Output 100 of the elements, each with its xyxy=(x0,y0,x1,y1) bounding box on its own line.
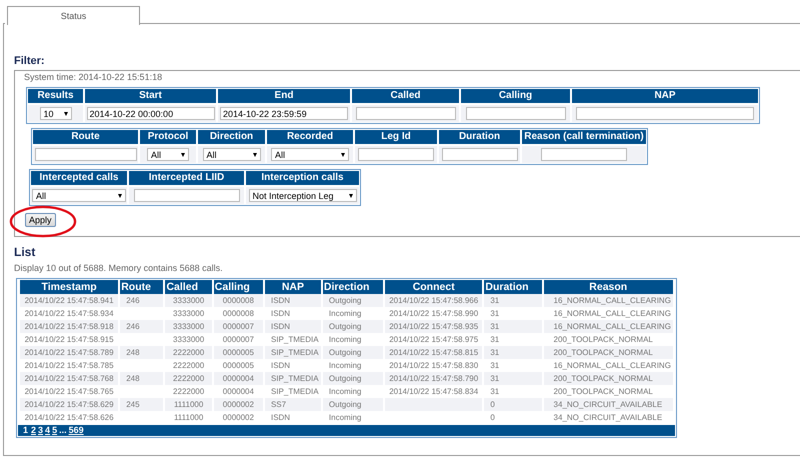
table-cell-text: 2222000 xyxy=(172,360,206,372)
caret-icon xyxy=(64,112,68,116)
caret-icon xyxy=(341,152,345,156)
table-cell: 31 xyxy=(484,294,542,307)
column-header: NAP xyxy=(572,89,758,103)
input-field[interactable] xyxy=(442,148,518,161)
section-title: List xyxy=(14,245,36,259)
table-cell: 34_NO_CIRCUIT_AVAILABLE xyxy=(544,398,673,411)
table-cell-text: 1111000 xyxy=(172,412,204,424)
input-field[interactable] xyxy=(134,189,240,202)
column-header: Recorded xyxy=(267,130,353,144)
table-cell-text: 31 xyxy=(489,386,500,398)
table-cell-text: 3333000 xyxy=(172,308,206,320)
table-cell-text: 2014/10/22 15:47:58.830 xyxy=(388,360,480,372)
dropdown[interactable]: All xyxy=(202,148,260,161)
caret-icon xyxy=(348,194,352,198)
table-cell: 2014/10/22 15:47:58.629 xyxy=(20,398,118,411)
table-cell-text: 2014/10/22 15:47:58.834 xyxy=(388,386,480,398)
input-field[interactable] xyxy=(356,107,456,120)
table-cell: 2014/10/22 15:47:58.935 xyxy=(385,320,482,333)
column-header: Start xyxy=(85,89,216,103)
dropdown[interactable]: All xyxy=(271,148,349,161)
table-cell-text: 2014/10/22 15:47:58.934 xyxy=(24,308,115,320)
table-cell-text: 31 xyxy=(489,360,500,372)
table-cell: 0000005 xyxy=(214,346,263,359)
page-link[interactable]: 3 xyxy=(38,425,44,436)
dropdown[interactable]: Not Interception Leg xyxy=(248,189,356,202)
input-field[interactable] xyxy=(541,148,627,161)
table-cell-text: 0000002 xyxy=(222,412,255,424)
column-header: Called xyxy=(352,89,459,103)
table-cell-text: 0000007 xyxy=(222,334,255,346)
table-cell-text: Incoming xyxy=(328,334,362,346)
table-cell-text: Incoming xyxy=(328,386,362,398)
column-header: Calling xyxy=(461,89,570,103)
input-field[interactable] xyxy=(358,148,434,161)
table-cell: 248 xyxy=(120,372,164,385)
table-cell: 2014/10/22 15:47:58.966 xyxy=(385,294,482,307)
dropdown[interactable]: 10 xyxy=(40,107,72,120)
page-link[interactable]: 2 xyxy=(31,425,36,436)
table-cell-text: 2014/10/22 15:47:58.915 xyxy=(24,334,115,346)
table-cell: 0 xyxy=(484,398,542,411)
table-cell: 2014/10/22 15:47:58.789 xyxy=(20,346,118,359)
page-link[interactable]: 1 xyxy=(22,425,30,436)
column-header: Calling xyxy=(214,280,263,294)
input-field[interactable]: 2014-10-22 23:59:59 xyxy=(220,107,348,120)
table-cell-text: 2014/10/22 15:47:58.626 xyxy=(24,412,115,424)
summary-text: Display 10 out of 5688. Memory contains 5688 calls. xyxy=(14,263,224,273)
column-header: Results xyxy=(28,89,83,103)
table-cell: 2222000 xyxy=(165,346,212,359)
table-cell-text: 16_NORMAL_CALL_CLEARING xyxy=(552,360,672,372)
status-tab[interactable]: Status xyxy=(7,6,140,25)
dropdown[interactable]: All xyxy=(147,148,189,161)
table-cell: 16_NORMAL_CALL_CLEARING xyxy=(544,294,673,307)
table-cell-text: 200_TOOLPACK_NORMAL xyxy=(552,334,654,346)
dropdown[interactable]: All xyxy=(32,189,126,202)
table-cell-text: 16_NORMAL_CALL_CLEARING xyxy=(552,308,672,320)
column-header: Called xyxy=(165,280,212,294)
page-link[interactable]: 5 xyxy=(52,425,58,436)
input-field[interactable] xyxy=(34,148,136,161)
table-cell: SS7 xyxy=(264,398,321,411)
table-cell: 0000007 xyxy=(214,320,263,333)
table-cell: ISDN xyxy=(264,320,321,333)
table-cell: SIP_TMEDIA xyxy=(264,346,321,359)
column-header: Intercepted calls xyxy=(31,171,127,185)
column-header: Timestamp xyxy=(20,280,118,294)
table-cell-text: 0000004 xyxy=(222,386,255,398)
table-cell-text: ISDN xyxy=(270,412,292,424)
column-header: End xyxy=(218,89,350,103)
input-field[interactable]: 2014-10-22 00:00:00 xyxy=(86,107,214,120)
table-cell: 31 xyxy=(484,346,542,359)
input-field[interactable] xyxy=(466,107,566,120)
table-cell: 2014/10/22 15:47:58.941 xyxy=(20,294,118,307)
column-header: Connect xyxy=(385,280,482,294)
page-link[interactable]: 4 xyxy=(45,425,50,436)
table-cell-text: Incoming xyxy=(328,360,362,372)
table-cell: 1111000 xyxy=(165,398,212,411)
table-cell-text: Incoming xyxy=(328,412,362,424)
table-cell-text: 34_NO_CIRCUIT_AVAILABLE xyxy=(552,412,664,424)
input-field[interactable] xyxy=(576,107,754,120)
table-cell: 2014/10/22 15:47:58.790 xyxy=(385,372,482,385)
table-cell: Outgoing xyxy=(322,398,384,411)
table-cell-text: SIP_TMEDIA xyxy=(270,386,320,398)
apply-button[interactable]: Apply xyxy=(25,213,56,227)
table-cell: 0000008 xyxy=(214,294,263,307)
column-header: Intercepted LIID xyxy=(129,171,244,185)
table-cell-text: 2014/10/22 15:47:58.785 xyxy=(24,360,115,372)
caret-icon xyxy=(181,152,185,156)
table-cell-text: 3333000 xyxy=(172,334,206,346)
column-header: Direction xyxy=(322,280,384,294)
table-cell: 16_NORMAL_CALL_CLEARING xyxy=(544,320,673,333)
table-cell: 3333000 xyxy=(165,294,212,307)
table-cell-text: 31 xyxy=(489,334,500,346)
table-cell-text: ISDN xyxy=(270,308,292,320)
column-header: Direction xyxy=(198,130,265,144)
page-link[interactable]: 569 xyxy=(68,425,84,436)
column-header: Protocol xyxy=(140,130,196,144)
caret-icon xyxy=(118,194,122,198)
table-cell-text: 0 xyxy=(489,412,496,424)
table-cell: Outgoing xyxy=(322,372,384,385)
table-cell: 0000002 xyxy=(214,398,263,411)
